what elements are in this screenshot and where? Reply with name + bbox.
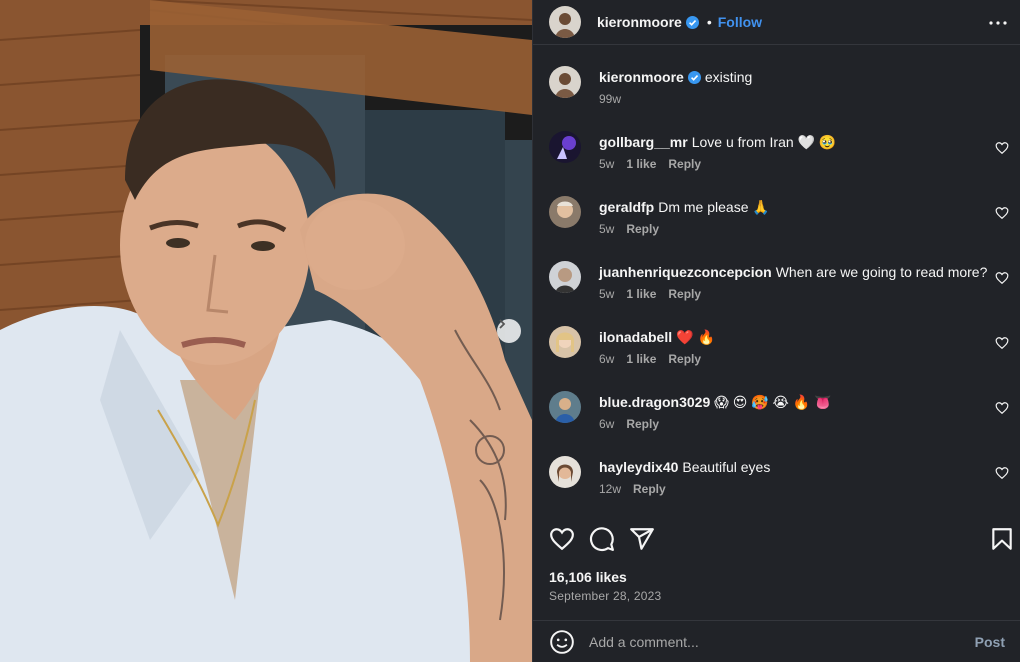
comment-username[interactable]: geraldfp (599, 199, 654, 215)
caption-text: existing (704, 69, 753, 85)
comment-likes[interactable]: 1 like (626, 287, 656, 301)
bookmark-icon[interactable] (989, 526, 1015, 552)
post-caption: kieronmoore existing 99w (549, 66, 1009, 106)
comment-text: 😱 😍 🥵 😭 🔥 👅 (714, 394, 832, 410)
comment-username[interactable]: gollbarg__mr (599, 134, 688, 150)
comment-time: 6w (599, 417, 615, 431)
comment-time: 5w (599, 287, 615, 301)
comment-text: When are we going to read more? (775, 264, 988, 280)
comment-likes[interactable]: 1 like (626, 157, 656, 171)
comment-text: Dm me please 🙏 (658, 199, 770, 215)
post-side-panel: kieronmoore • Follow kieronmoore existin… (532, 0, 1020, 662)
author-avatar[interactable] (549, 6, 581, 38)
emoji-icon[interactable] (549, 629, 575, 655)
comment-username[interactable]: hayleydix40 (599, 459, 678, 475)
reply-button[interactable]: Reply (626, 417, 659, 431)
post-photo[interactable] (0, 0, 532, 662)
reply-button[interactable]: Reply (668, 287, 701, 301)
comment-time: 6w (599, 352, 615, 366)
heart-icon[interactable] (995, 401, 1009, 415)
next-photo-button[interactable] (497, 319, 521, 343)
comment-text: ❤️ 🔥 (676, 329, 715, 345)
commenter-avatar[interactable] (549, 261, 581, 293)
selfie-image (0, 0, 532, 662)
comment-time: 12w (599, 482, 622, 496)
commenter-avatar[interactable] (549, 391, 581, 423)
post-header: kieronmoore • Follow (533, 0, 1020, 45)
commenter-avatar[interactable] (549, 456, 581, 488)
caption-username[interactable]: kieronmoore (599, 69, 684, 85)
post-date: September 28, 2023 (549, 589, 662, 603)
post-comment-button[interactable]: Post (975, 634, 1005, 650)
commenter-avatar[interactable] (549, 196, 581, 228)
comment-username[interactable]: ilonadabell (599, 329, 672, 345)
author-avatar[interactable] (549, 66, 581, 98)
comment-time: 5w (599, 157, 615, 171)
comment-username[interactable]: blue.dragon3029 (599, 394, 710, 410)
heart-icon[interactable] (995, 271, 1009, 285)
follow-button[interactable]: Follow (718, 14, 762, 30)
comment-username[interactable]: juanhenriquezconcepcion (599, 264, 772, 280)
comment-text: Love u from Iran 🤍 🥹 (691, 134, 837, 150)
more-options-button[interactable] (988, 13, 1008, 33)
comment-input[interactable] (589, 633, 975, 650)
reply-button[interactable]: Reply (668, 352, 701, 366)
comment-item: gollbarg__mr Love u from Iran 🤍 🥹 5w 1 lik… (549, 131, 1009, 171)
add-comment-bar: Post (533, 620, 1020, 662)
heart-icon[interactable] (995, 206, 1009, 220)
share-icon[interactable] (629, 526, 655, 552)
more-options-icon (989, 21, 1007, 25)
verified-badge-icon (687, 71, 701, 84)
comment-icon[interactable] (589, 526, 615, 552)
comment-item: geraldfp Dm me please 🙏 5w Reply (549, 196, 1009, 236)
comment-time: 5w (599, 222, 615, 236)
commenter-avatar[interactable] (549, 131, 581, 163)
commenter-avatar[interactable] (549, 326, 581, 358)
comment-item: juanhenriquezconcepcion When are we going… (549, 261, 1009, 301)
separator-dot: • (706, 14, 712, 30)
comment-item: blue.dragon3029 😱 😍 🥵 😭 🔥 👅 6w Reply (549, 391, 1009, 431)
verified-badge-icon (685, 15, 699, 29)
heart-icon[interactable] (995, 466, 1009, 480)
heart-icon[interactable] (549, 526, 575, 552)
comment-item: hayleydix40 Beautiful eyes 12w Reply (549, 456, 1009, 496)
likes-count[interactable]: 16,106 likes (549, 569, 627, 585)
comments-list: kieronmoore existing 99w gollbarg__mr Love… (533, 46, 1020, 510)
reply-button[interactable]: Reply (626, 222, 659, 236)
heart-icon[interactable] (995, 141, 1009, 155)
post-actions (533, 524, 1020, 556)
author-username[interactable]: kieronmoore (597, 14, 682, 30)
comment-text: Beautiful eyes (682, 459, 771, 475)
comment-item: ilonadabell ❤️ 🔥 6w 1 like Reply (549, 326, 1009, 366)
heart-icon[interactable] (995, 336, 1009, 350)
caption-time: 99w (599, 92, 622, 106)
comment-likes[interactable]: 1 like (626, 352, 656, 366)
chevron-right-icon (499, 319, 506, 329)
reply-button[interactable]: Reply (633, 482, 666, 496)
reply-button[interactable]: Reply (668, 157, 701, 171)
